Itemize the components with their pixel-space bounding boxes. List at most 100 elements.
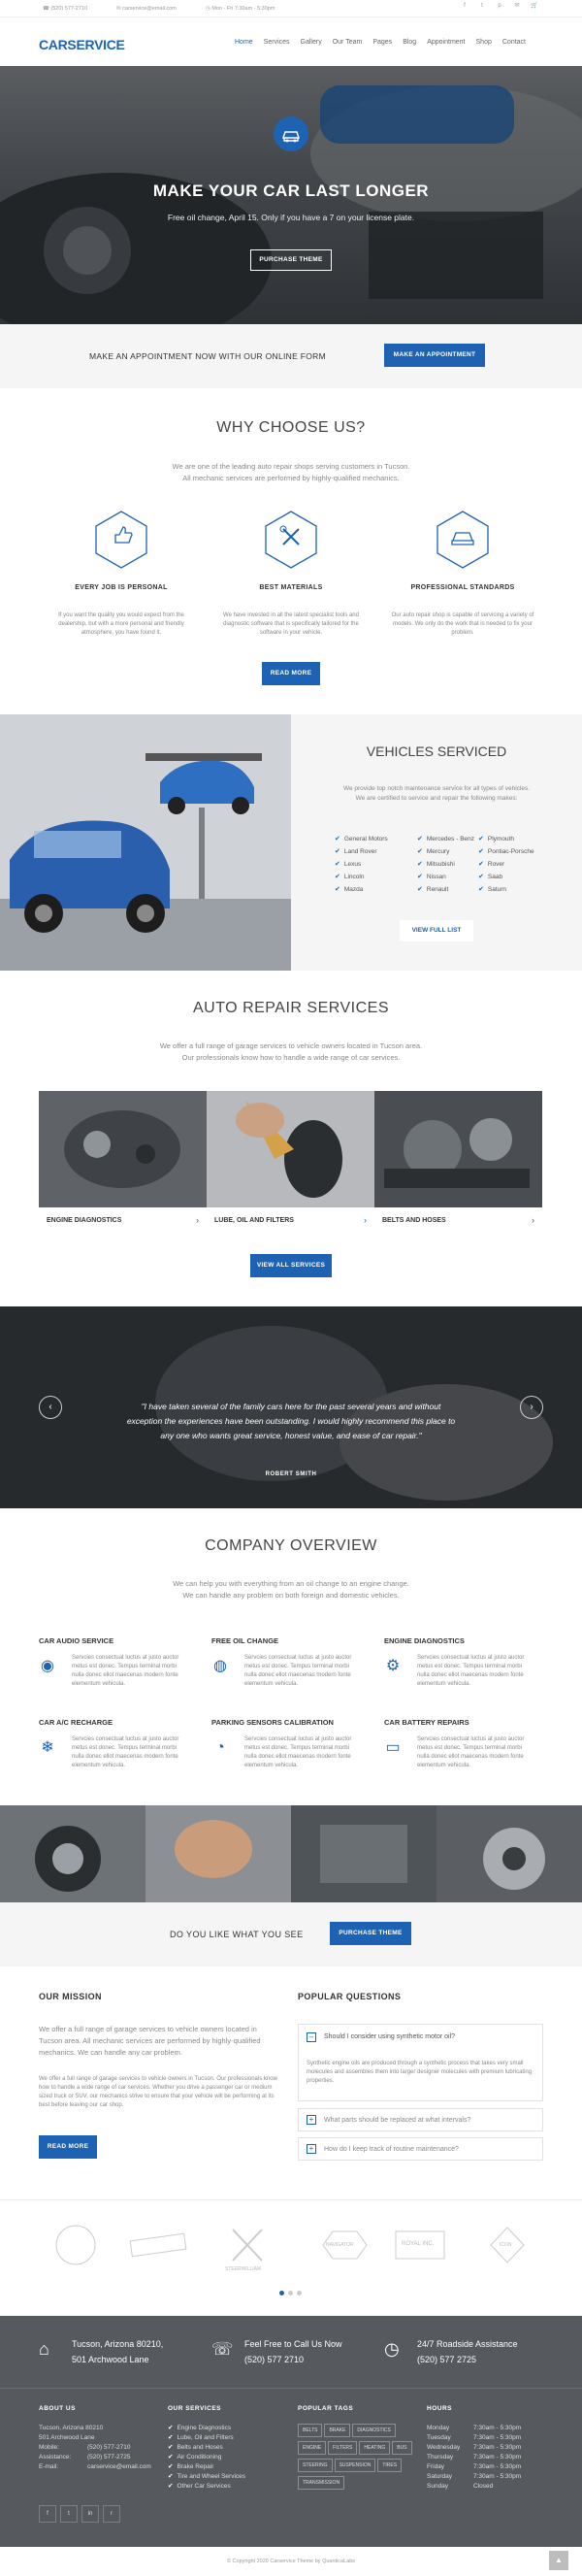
check-icon: ✔ [335,836,340,842]
makes-column: ✔ General Motors ✔ Land Rover ✔ Lexus ✔ Lincoln… [335,833,412,896]
footer-hours-title: HOURS [427,2405,452,2412]
topbar-email[interactable]: ✉ carservice@email.com [116,6,177,12]
footer-service-link[interactable]: ✔ Air Conditioning [168,2453,221,2462]
about-line: E-mail: [39,2463,59,2470]
nav-item-appointment[interactable]: Appointment [427,39,465,46]
quote-prev-button[interactable]: ‹ [39,1396,62,1419]
make-appointment-button[interactable]: MAKE AN APPOINTMENT [384,344,485,367]
tag[interactable]: TRANSMISSION [298,2476,345,2490]
tag[interactable]: DIAGNOSTICS [352,2424,396,2437]
faq-item-open[interactable]: – Should I consider using synthetic motor… [298,2024,543,2101]
cart-icon[interactable]: 🛒 [526,2,543,9]
faq-item[interactable]: + What parts should be replaced at what i… [298,2108,543,2131]
tag[interactable]: BUS [392,2441,412,2455]
why-read-more-button[interactable]: READ MORE [262,662,320,685]
hero: MAKE YOUR CAR LAST LONGER Free oil chang… [0,66,582,324]
footer-tags: BELTS BRAKE DIAGNOSTICS ENGINE FILTERS HEATIN… [298,2424,414,2493]
nav-item-shop[interactable]: Shop [476,39,492,46]
faq-item[interactable]: + How do I keep track of routine maintena… [298,2137,543,2161]
make-item: ✔ Pontiac-Porsche [478,848,534,855]
tag[interactable]: ENGINE [298,2441,327,2455]
tag[interactable]: TIRES [377,2459,403,2472]
hours-day: Saturday [427,2473,453,2480]
contact-line: 24/7 Roadside Assistance [417,2339,518,2349]
nav-item-our-team[interactable]: Our Team [333,39,363,46]
logo[interactable]: CARSERVICE [39,37,125,52]
tag[interactable]: FILTERS [328,2441,358,2455]
rss-icon[interactable]: r [103,2505,120,2523]
quote-next-button[interactable]: › [520,1396,543,1419]
questions-title: POPULAR QUESTIONS [298,1992,402,2001]
hours-time: 7:30am - 5:30pm [473,2434,522,2441]
social-icons: f t p ✉ 🛒 [456,2,543,9]
company-item-title: ENGINE DIAGNOSTICS [384,1636,465,1645]
linkedin-icon[interactable]: in [81,2505,99,2523]
hours-day: Friday [427,2463,445,2470]
facebook-icon[interactable]: f [456,3,473,9]
phone-icon: ☏ [211,2339,234,2359]
service-card[interactable]: ENGINE DIAGNOSTICS › [39,1091,207,1232]
nav-item-contact[interactable]: Contact [502,39,526,46]
hours-day: Sunday [427,2483,449,2490]
tag[interactable]: SUSPENSION [334,2459,376,2472]
engine-icon: ⚙ [385,1658,401,1674]
twitter-icon[interactable]: t [60,2505,78,2523]
contact-line: 501 Archwood Lane [72,2355,149,2364]
facebook-icon[interactable]: f [39,2505,56,2523]
mission-read-more-button[interactable]: READ MORE [39,2135,97,2159]
about-line: Assistance: [39,2454,72,2460]
about-value: carservice@email.com [87,2463,151,2470]
mail-icon[interactable]: ✉ [508,2,526,9]
contact-line: Feel Free to Call Us Now [244,2339,342,2349]
check-icon: ✔ [417,836,423,842]
check-icon: ✔ [417,848,423,855]
company-item-text: Servcies consectuat luctus at justo auct… [72,1736,179,1768]
check-icon: ✔ [417,874,423,880]
check-icon: ✔ [168,2473,174,2480]
twitter-icon[interactable]: t [473,3,491,9]
chevron-right-icon: › [532,1215,534,1225]
make-item: ✔ Saab [478,874,503,880]
cta-purchase-button[interactable]: PURCHASE THEME [330,1922,411,1945]
view-all-services-button[interactable]: VIEW ALL SERVICES [250,1254,332,1277]
logo-carousel-dots[interactable] [277,2291,304,2297]
testimonial: ‹ › "I have taken several of the family … [0,1306,582,1508]
check-icon: ✔ [335,861,340,868]
tag[interactable]: HEATING [359,2441,391,2455]
make-item: ✔ Mazda [335,886,364,893]
nav-item-home[interactable]: Home [235,39,253,46]
gallery-strip [0,1805,582,1902]
check-icon: ✔ [335,874,340,880]
footer-about-title: ABOUT US [39,2405,76,2412]
tools-icon [264,510,318,570]
check-icon: ✔ [417,886,423,893]
pinterest-icon[interactable]: p [491,3,508,9]
footer-service-link[interactable]: ✔ Tire and Wheel Services [168,2472,245,2482]
about-line: 501 Archwood Lane [39,2434,95,2441]
footer-service-link[interactable]: ✔ Other Car Services [168,2482,231,2492]
tag[interactable]: STEERING [298,2459,333,2472]
tag[interactable]: BELTS [298,2424,323,2437]
nav-item-pages[interactable]: Pages [372,39,392,46]
tag[interactable]: BRAKE [324,2424,351,2437]
sensor-icon: ◔ [215,1739,225,1756]
footer-service-link[interactable]: ✔ Lube, Oil and Filters [168,2433,234,2443]
footer-service-link[interactable]: ✔ Belts and Hoses [168,2443,223,2453]
company-title: COMPANY OVERVIEW [205,1537,377,1554]
nav-item-gallery[interactable]: Gallery [301,39,322,46]
footer-service-link[interactable]: ✔ Brake Repair [168,2462,213,2472]
testimonial-author: ROBERT SMITH [265,1471,317,1477]
check-icon: ✔ [335,848,340,855]
check-icon: ✔ [478,874,484,880]
make-item: ✔ Rover [478,861,505,868]
view-full-list-button[interactable]: VIEW FULL LIST [400,920,473,941]
nav-item-services[interactable]: Services [264,39,290,46]
footer-service-link[interactable]: ✔ Engine Diagnostics [168,2424,231,2433]
company-intro: We can help you with everything from an … [173,1579,409,1600]
hero-purchase-button[interactable]: PURCHASE THEME [250,249,332,271]
hours-time: 7:30am - 5:30pm [473,2454,522,2460]
footer: ABOUT US Tucson, Arizona 80210 501 Archwo… [0,2388,582,2547]
nav-item-blog[interactable]: Blog [403,39,416,46]
service-card[interactable]: BELTS AND HOSES › [374,1091,542,1232]
service-card[interactable]: LUBE, OIL AND FILTERS › [207,1091,374,1232]
